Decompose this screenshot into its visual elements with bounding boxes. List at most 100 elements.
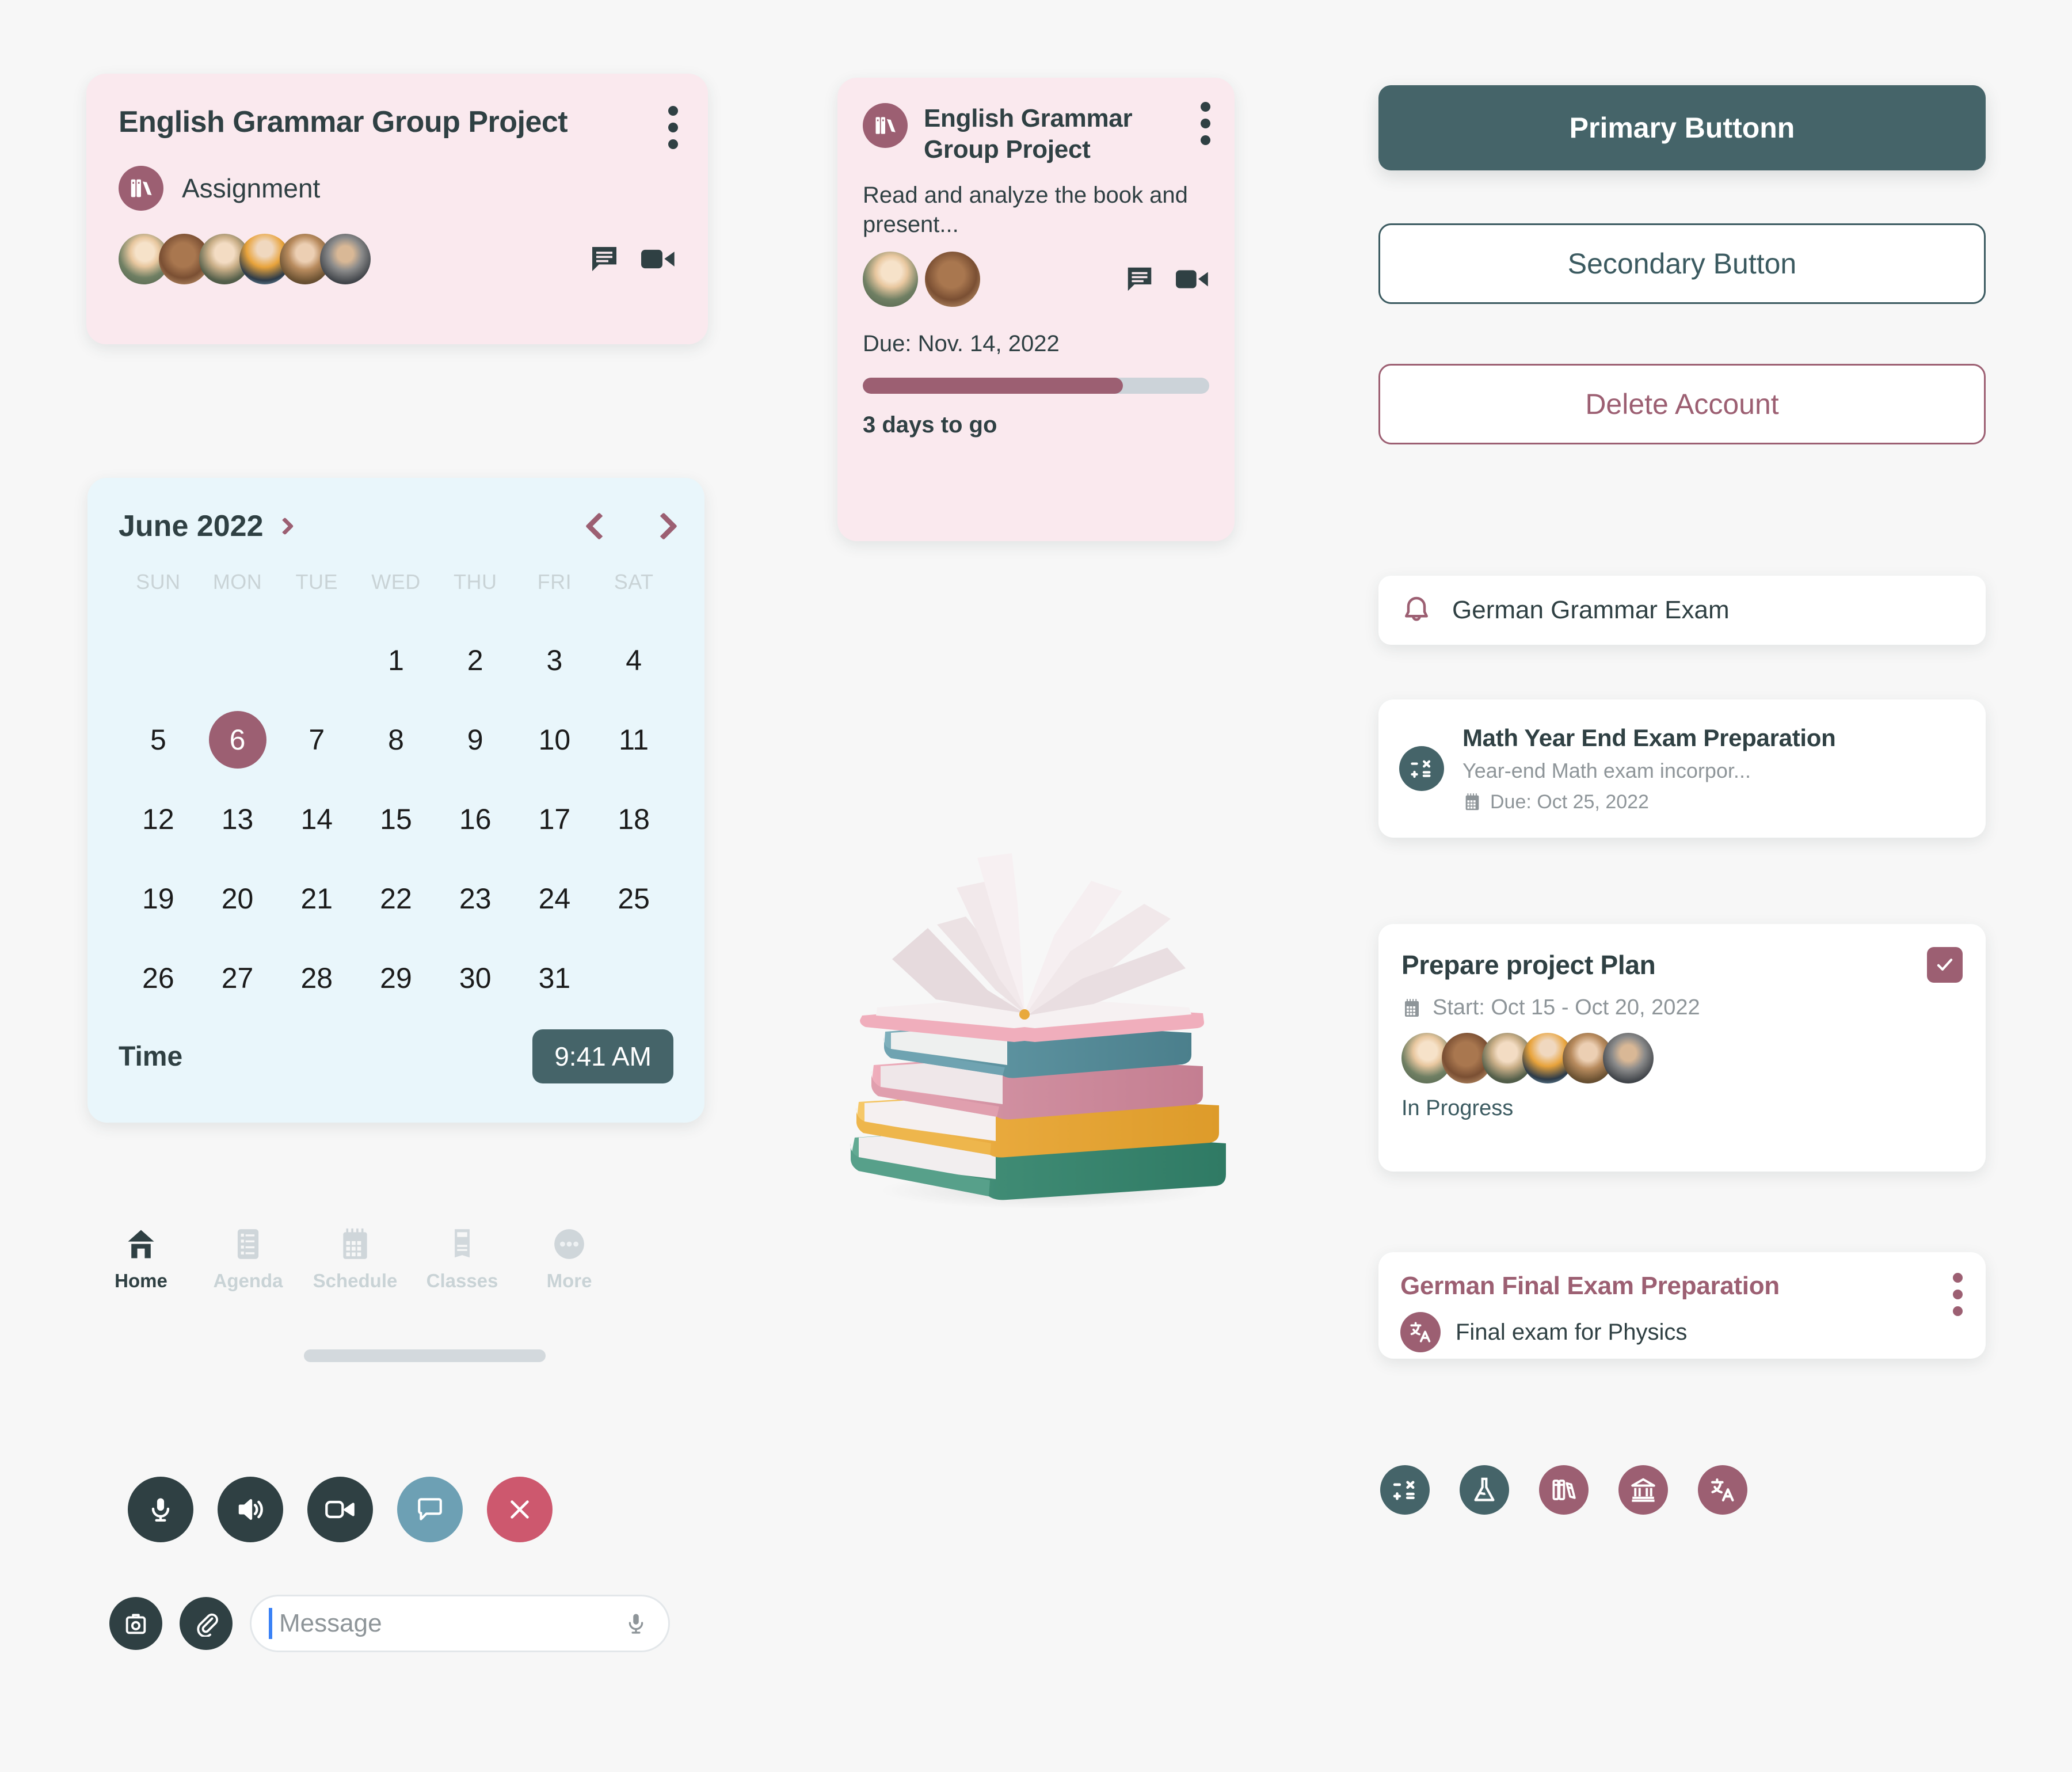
calendar-day-grid[interactable]: 1 2 3 4 5 6 7 8 9 10 11 12 13 14 15 16 17 18 19 20 21 22 23 24 2…: [119, 621, 673, 1018]
message-placeholder: Message: [279, 1609, 382, 1637]
chat-icon[interactable]: [588, 243, 620, 275]
translate-icon[interactable]: [1698, 1465, 1747, 1515]
chevron-right-icon[interactable]: [275, 517, 294, 535]
end-call-x-icon[interactable]: [487, 1477, 553, 1542]
camera-icon[interactable]: [109, 1597, 162, 1650]
member-avatars[interactable]: [119, 234, 371, 284]
assignment-card[interactable]: English Grammar Group Project Assignment: [86, 74, 708, 344]
subject-icon-row[interactable]: [1380, 1465, 1747, 1515]
calendar-day[interactable]: 31: [515, 938, 595, 1018]
project-plan-card[interactable]: Prepare project Plan Start: Oct 15 - Oct…: [1378, 924, 1986, 1172]
calendar-weekday-row: SUN MON TUE WED THU FRI SAT: [119, 570, 673, 594]
plan-date-row: Start: Oct 15 - Oct 20, 2022: [1401, 995, 1963, 1020]
video-camera-icon[interactable]: [1176, 264, 1209, 295]
nav-item-more[interactable]: More: [516, 1226, 623, 1292]
call-controls[interactable]: [128, 1477, 553, 1542]
calendar-day[interactable]: 13: [198, 779, 277, 859]
avatar: [863, 252, 918, 307]
calendar-month-label[interactable]: June 2022: [119, 509, 264, 543]
chat-bubble-icon[interactable]: [397, 1477, 463, 1542]
detail-members-row: [863, 252, 1209, 307]
kebab-menu-icon[interactable]: [668, 106, 678, 149]
calendar-day[interactable]: 23: [436, 859, 515, 938]
nav-label: More: [546, 1270, 592, 1291]
assignment-footer: [119, 234, 676, 284]
nav-label: Classes: [426, 1270, 498, 1291]
calendar-day[interactable]: 24: [515, 859, 595, 938]
plan-status: In Progress: [1401, 1096, 1514, 1120]
reminder-card[interactable]: German Grammar Exam: [1378, 576, 1986, 645]
calendar-card[interactable]: June 2022 SUN MON TUE WED THU FRI SAT 12345678…: [87, 478, 704, 1123]
calendar-day[interactable]: 20: [198, 859, 277, 938]
calendar-day[interactable]: 30: [436, 938, 515, 1018]
message-input[interactable]: Message: [250, 1595, 670, 1652]
video-camera-icon[interactable]: [641, 243, 676, 275]
member-avatars[interactable]: [863, 252, 980, 307]
calendar-weekday: WED: [371, 570, 421, 594]
calendar-day[interactable]: 21: [277, 859, 356, 938]
chevron-left-icon[interactable]: [585, 512, 614, 541]
chat-icon[interactable]: [1124, 264, 1155, 295]
nav-item-agenda[interactable]: Agenda: [195, 1226, 302, 1292]
calendar-day[interactable]: 25: [594, 859, 673, 938]
nav-label: Schedule: [313, 1270, 398, 1291]
calendar-day[interactable]: 12: [119, 779, 198, 859]
math-card-subtitle: Year-end Math exam incorpor...: [1462, 758, 1751, 782]
calendar-day[interactable]: 8: [356, 700, 436, 779]
checkmark-icon[interactable]: [1927, 947, 1963, 983]
calendar-day[interactable]: 1: [356, 621, 436, 700]
calendar-day[interactable]: 2: [436, 621, 515, 700]
calendar-day[interactable]: 16: [436, 779, 515, 859]
primary-button[interactable]: Primary Buttonn: [1378, 85, 1986, 170]
video-camera-icon[interactable]: [307, 1477, 373, 1542]
calendar-day[interactable]: 19: [119, 859, 198, 938]
secondary-button[interactable]: Secondary Button: [1378, 223, 1986, 304]
bank-icon[interactable]: [1618, 1465, 1668, 1515]
bottom-navigation[interactable]: Home Agenda Schedule Classes More: [87, 1226, 623, 1292]
books-icon[interactable]: [1539, 1465, 1589, 1515]
calculator-icon: [1399, 746, 1444, 791]
calendar-day[interactable]: 27: [198, 938, 277, 1018]
kebab-menu-icon[interactable]: [1953, 1273, 1963, 1316]
speaker-icon[interactable]: [218, 1477, 283, 1542]
nav-item-schedule[interactable]: Schedule: [302, 1226, 409, 1292]
calendar-day[interactable]: 29: [356, 938, 436, 1018]
calendar-day[interactable]: 22: [356, 859, 436, 938]
assignment-title: English Grammar Group Project: [119, 105, 568, 139]
nav-item-classes[interactable]: Classes: [409, 1226, 516, 1292]
time-value-chip[interactable]: 9:41 AM: [532, 1029, 673, 1083]
calendar-day[interactable]: 6: [198, 700, 277, 779]
calendar-day[interactable]: 7: [277, 700, 356, 779]
avatar: [1603, 1033, 1654, 1083]
calendar-day[interactable]: 5: [119, 700, 198, 779]
final-exam-card[interactable]: German Final Exam Preparation Final exam…: [1378, 1252, 1986, 1359]
chevron-right-icon[interactable]: [649, 512, 678, 541]
math-card-body: Math Year End Exam Preparation Year-end …: [1462, 724, 1836, 813]
calendar-day[interactable]: 28: [277, 938, 356, 1018]
kebab-menu-icon[interactable]: [1201, 102, 1210, 145]
microphone-icon[interactable]: [623, 1611, 649, 1636]
assignment-detail-card[interactable]: English Grammar Group Project Read and a…: [837, 78, 1235, 541]
calendar-day[interactable]: 26: [119, 938, 198, 1018]
calendar-time-row: Time 9:41 AM: [119, 1029, 673, 1083]
calendar-day[interactable]: 4: [594, 621, 673, 700]
microphone-icon[interactable]: [128, 1477, 193, 1542]
calendar-day[interactable]: 10: [515, 700, 595, 779]
calculator-icon[interactable]: [1380, 1465, 1430, 1515]
flask-icon[interactable]: [1460, 1465, 1509, 1515]
calendar-day[interactable]: 3: [515, 621, 595, 700]
calendar-day[interactable]: 18: [594, 779, 673, 859]
nav-item-home[interactable]: Home: [87, 1226, 195, 1292]
calendar-day[interactable]: 14: [277, 779, 356, 859]
calendar-day[interactable]: 15: [356, 779, 436, 859]
math-exam-card[interactable]: Math Year End Exam Preparation Year-end …: [1378, 699, 1986, 838]
calendar-day[interactable]: 17: [515, 779, 595, 859]
calendar-day[interactable]: 11: [594, 700, 673, 779]
message-bar[interactable]: Message: [109, 1595, 670, 1652]
calendar-day-selected[interactable]: 6: [208, 711, 266, 769]
bell-icon: [1400, 594, 1433, 626]
calendar-day[interactable]: 9: [436, 700, 515, 779]
member-avatars[interactable]: [1401, 1033, 1963, 1083]
paperclip-icon[interactable]: [180, 1597, 233, 1650]
delete-account-button[interactable]: Delete Account: [1378, 364, 1986, 444]
